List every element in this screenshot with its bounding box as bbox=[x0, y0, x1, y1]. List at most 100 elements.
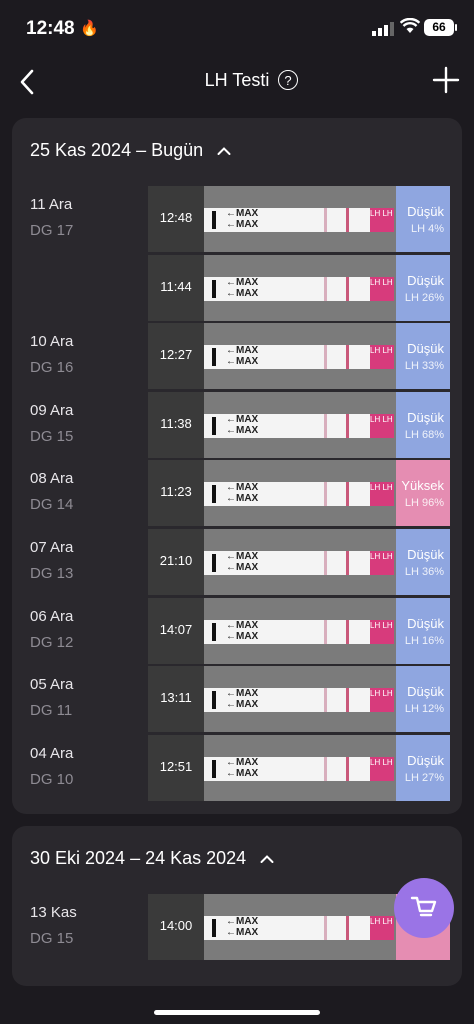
test-strip-photo[interactable]: 11:44 ←MAX ←MAX LH LH Düşük LH 26% bbox=[148, 254, 450, 321]
top-nav: LH Testi ? bbox=[0, 58, 474, 106]
lh-percent: LH 36% bbox=[404, 566, 444, 578]
entry-time: 11:38 bbox=[160, 415, 192, 431]
strip-control-line bbox=[324, 688, 327, 713]
test-entry-row[interactable]: 11:44 ←MAX ←MAX LH LH Düşük LH 26% bbox=[12, 254, 462, 321]
lh-level: Düşük bbox=[407, 341, 444, 357]
test-strip-photo[interactable]: 13:11 ←MAX ←MAX LH LH Düşük LH 12% bbox=[148, 666, 450, 733]
test-entry-row[interactable]: 09 Ara DG 15 11:38 ←MAX ←MAX LH LH Düşük LH 68% bbox=[12, 391, 462, 458]
test-entry-row[interactable]: 08 Ara DG 14 11:23 ←MAX ←MAX LH LH Yüksek LH 96… bbox=[12, 460, 462, 527]
lh-percent: LH 96% bbox=[404, 497, 444, 510]
test-strip-photo[interactable]: 21:10 ←MAX ←MAX LH LH Düşük LH 36% bbox=[148, 529, 450, 595]
test-strip-photo[interactable]: 14:07 ←MAX ←MAX LH LH Düşük LH 16% bbox=[148, 597, 450, 664]
test-strip-photo[interactable]: 11:38 ←MAX ←MAX LH LH Düşük LH 68% bbox=[148, 391, 450, 458]
strip-max-label: ←MAX ←MAX bbox=[226, 551, 259, 573]
test-strip: ←MAX ←MAX LH LH bbox=[204, 413, 394, 438]
strip-brand-label: LH LH bbox=[370, 345, 394, 370]
strip-brand-label: LH LH bbox=[370, 916, 394, 940]
cart-button[interactable] bbox=[394, 878, 454, 938]
strip-marker bbox=[212, 919, 216, 937]
test-strip-photo[interactable]: 12:51 ←MAX ←MAX LH LH Düşük LH 27% bbox=[148, 734, 450, 801]
chevron-up-icon[interactable] bbox=[260, 854, 274, 864]
test-entry-row[interactable]: 04 Ara DG 10 12:51 ←MAX ←MAX LH LH Düşük LH 27% bbox=[12, 734, 462, 801]
plus-icon[interactable] bbox=[430, 64, 462, 96]
strip-max-label: ←MAX ←MAX bbox=[226, 688, 259, 711]
test-strip: ←MAX ←MAX LH LH bbox=[204, 551, 394, 575]
strip-test-line bbox=[346, 208, 349, 232]
strip-brand-label: LH LH bbox=[370, 208, 394, 232]
lh-level-badge: Düşük LH 33% bbox=[396, 323, 450, 390]
lh-percent: LH 33% bbox=[404, 360, 444, 373]
entry-time: 11:23 bbox=[160, 484, 192, 500]
test-strip-photo[interactable]: 11:23 ←MAX ←MAX LH LH Yüksek LH 96% bbox=[148, 460, 450, 527]
entry-date: 13 Kas bbox=[30, 904, 77, 921]
status-time: 12:48 bbox=[26, 18, 75, 39]
entry-cycle-day: DG 17 bbox=[30, 222, 74, 239]
test-strip: ←MAX ←MAX LH LH bbox=[204, 756, 394, 781]
entry-time: 14:00 bbox=[159, 918, 193, 933]
entry-cycle-day: DG 12 bbox=[30, 633, 74, 651]
lh-percent: LH 68% bbox=[404, 428, 444, 441]
entry-date: 04 Ara bbox=[30, 744, 74, 762]
strip-marker bbox=[212, 485, 216, 504]
test-entry-row[interactable]: 06 Ara DG 12 14:07 ←MAX ←MAX LH LH Düşük LH 16% bbox=[12, 597, 462, 664]
lh-level: Düşük bbox=[407, 547, 444, 562]
strip-test-line bbox=[346, 619, 349, 644]
lh-level-badge: Düşük LH 12% bbox=[396, 666, 450, 733]
entry-cycle-day: DG 10 bbox=[30, 770, 74, 788]
entry-time: 12:51 bbox=[159, 758, 193, 774]
strip-test-line bbox=[346, 688, 349, 713]
test-strip-photo[interactable]: 12:27 ←MAX ←MAX LH LH Düşük LH 33% bbox=[148, 323, 450, 390]
lh-level: Düşük bbox=[407, 684, 444, 700]
test-entry-row[interactable]: 05 Ara DG 11 13:11 ←MAX ←MAX LH LH Düşük LH 12% bbox=[12, 666, 462, 733]
entry-date: 05 Ara bbox=[30, 676, 74, 694]
section-header[interactable]: 25 Kas 2024 – Bugün bbox=[30, 140, 231, 161]
test-strip: ←MAX ←MAX LH LH bbox=[204, 688, 394, 713]
section-current-cycle: 25 Kas 2024 – Bugün 11 Ara DG 17 12:48 ←MAX… bbox=[12, 118, 462, 814]
entry-time: 21:10 bbox=[159, 553, 193, 568]
entry-time: 14:07 bbox=[159, 621, 193, 637]
lh-percent: LH 27% bbox=[404, 771, 444, 784]
section-header[interactable]: 30 Eki 2024 – 24 Kas 2024 bbox=[30, 848, 274, 869]
lh-percent: LH 26% bbox=[404, 291, 444, 304]
strip-brand-label: LH LH bbox=[370, 619, 394, 644]
wifi-icon bbox=[400, 18, 420, 33]
strip-control-line bbox=[324, 551, 327, 575]
lh-percent: LH 4% bbox=[410, 223, 444, 235]
entry-cycle-day: DG 16 bbox=[30, 359, 74, 377]
question-circle-icon[interactable]: ? bbox=[278, 70, 298, 90]
entry-time: 12:27 bbox=[159, 347, 193, 363]
test-strip: ←MAX ←MAX LH LH bbox=[204, 208, 394, 232]
strip-max-label: ←MAX ←MAX bbox=[226, 916, 259, 938]
test-strip-photo[interactable]: 12:48 ←MAX ←MAX LH LH Düşük LH 4% bbox=[148, 186, 450, 252]
test-strip: ←MAX ←MAX LH LH bbox=[204, 619, 394, 644]
strip-brand-label: LH LH bbox=[370, 688, 394, 713]
entry-date: 09 Ara bbox=[30, 401, 74, 419]
strip-brand-label: LH LH bbox=[370, 756, 394, 781]
battery-indicator: 66 bbox=[424, 19, 454, 36]
strip-brand-label: LH LH bbox=[370, 413, 394, 438]
section-title: 25 Kas 2024 – Bugün bbox=[30, 140, 204, 160]
cart-icon bbox=[410, 896, 437, 917]
strip-max-label: ←MAX ←MAX bbox=[226, 756, 259, 779]
test-entry-row[interactable]: 11 Ara DG 17 12:48 ←MAX ←MAX LH LH Düşük LH 4% bbox=[12, 186, 462, 252]
page-title-text: LH Testi bbox=[204, 70, 270, 90]
test-strip: ←MAX ←MAX LH LH bbox=[204, 916, 394, 940]
strip-control-line bbox=[324, 413, 327, 438]
strip-control-line bbox=[324, 619, 327, 644]
entry-time: 12:48 bbox=[159, 210, 193, 225]
strip-brand-label: LH LH bbox=[370, 551, 394, 575]
strip-test-line bbox=[346, 916, 349, 940]
lh-level: Düşük bbox=[407, 204, 444, 219]
lh-level-badge: Düşük LH 27% bbox=[396, 734, 450, 801]
lh-level-badge: Düşük LH 26% bbox=[396, 254, 450, 321]
test-strip: ←MAX ←MAX LH LH bbox=[204, 276, 394, 301]
strip-marker bbox=[212, 279, 216, 298]
chevron-up-icon[interactable] bbox=[217, 146, 231, 156]
cellular-signal-icon bbox=[372, 22, 394, 36]
test-entry-row[interactable]: 10 Ara DG 16 12:27 ←MAX ←MAX LH LH Düşük LH 33% bbox=[12, 323, 462, 390]
lh-level-badge: Yüksek LH 96% bbox=[396, 460, 450, 527]
entry-cycle-day: DG 15 bbox=[30, 427, 74, 445]
battery-tip bbox=[455, 24, 457, 31]
test-entry-row[interactable]: 07 Ara DG 13 21:10 ←MAX ←MAX LH LH Düşük LH 36% bbox=[12, 529, 462, 595]
test-strip: ←MAX ←MAX LH LH bbox=[204, 345, 394, 370]
